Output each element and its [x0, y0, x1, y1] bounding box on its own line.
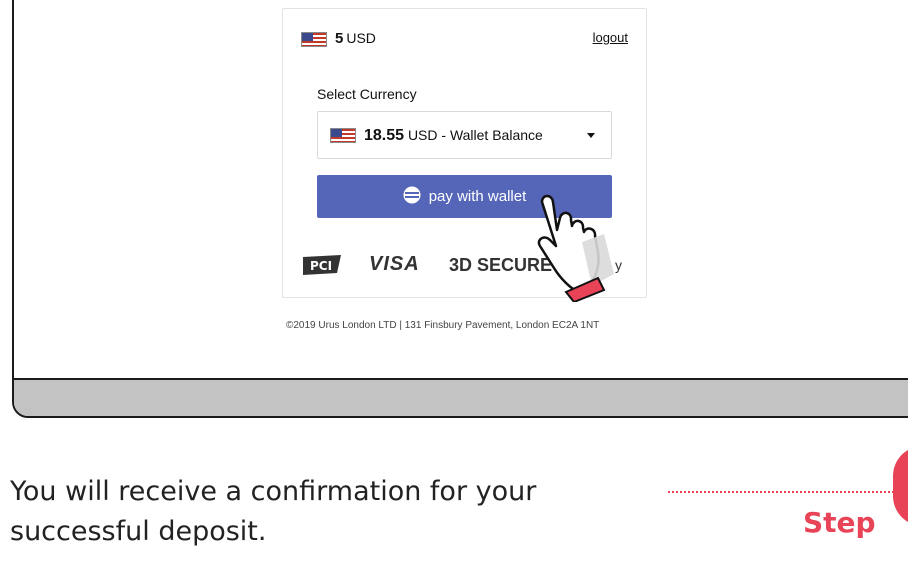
- balance-amount: 5: [335, 30, 344, 47]
- select-currency-label: Select Currency: [317, 86, 417, 102]
- device-bezel: [14, 378, 908, 416]
- balance-currency: USD: [346, 30, 376, 46]
- caption-text: You will receive a confirmation for your…: [10, 476, 537, 547]
- currency-select[interactable]: 18.55 USD - Wallet Balance: [317, 111, 612, 159]
- device-frame: 5 USD logout Select Currency 18.55 USD - …: [12, 0, 908, 418]
- caret-down-icon: [587, 133, 595, 138]
- selected-amount: 18.55: [364, 127, 405, 144]
- wallet-icon: [403, 186, 421, 204]
- logout-link[interactable]: logout: [593, 29, 628, 47]
- header-row: 5 USD logout: [301, 29, 628, 47]
- balance-display: 5 USD: [301, 29, 376, 48]
- step-number-badge: [893, 446, 908, 526]
- device-screen: 5 USD logout Select Currency 18.55 USD - …: [14, 0, 908, 380]
- pci-text: PCI: [310, 259, 332, 273]
- step-label: Step: [803, 506, 876, 539]
- us-flag-icon: [301, 31, 327, 47]
- step-connector-line: [668, 491, 894, 493]
- selected-suffix: USD - Wallet Balance: [407, 127, 543, 143]
- us-flag-icon: [330, 128, 356, 143]
- hand-pointer-icon: [537, 194, 614, 302]
- pci-logo-icon: PCI: [303, 255, 341, 275]
- footer-copyright: ©2019 Urus London LTD | 131 Finsbury Pav…: [286, 320, 600, 331]
- selected-currency-text: 18.55 USD - Wallet Balance: [364, 127, 543, 145]
- visa-logo: VISA: [369, 253, 420, 275]
- pay-button-label: pay with wallet: [428, 188, 527, 205]
